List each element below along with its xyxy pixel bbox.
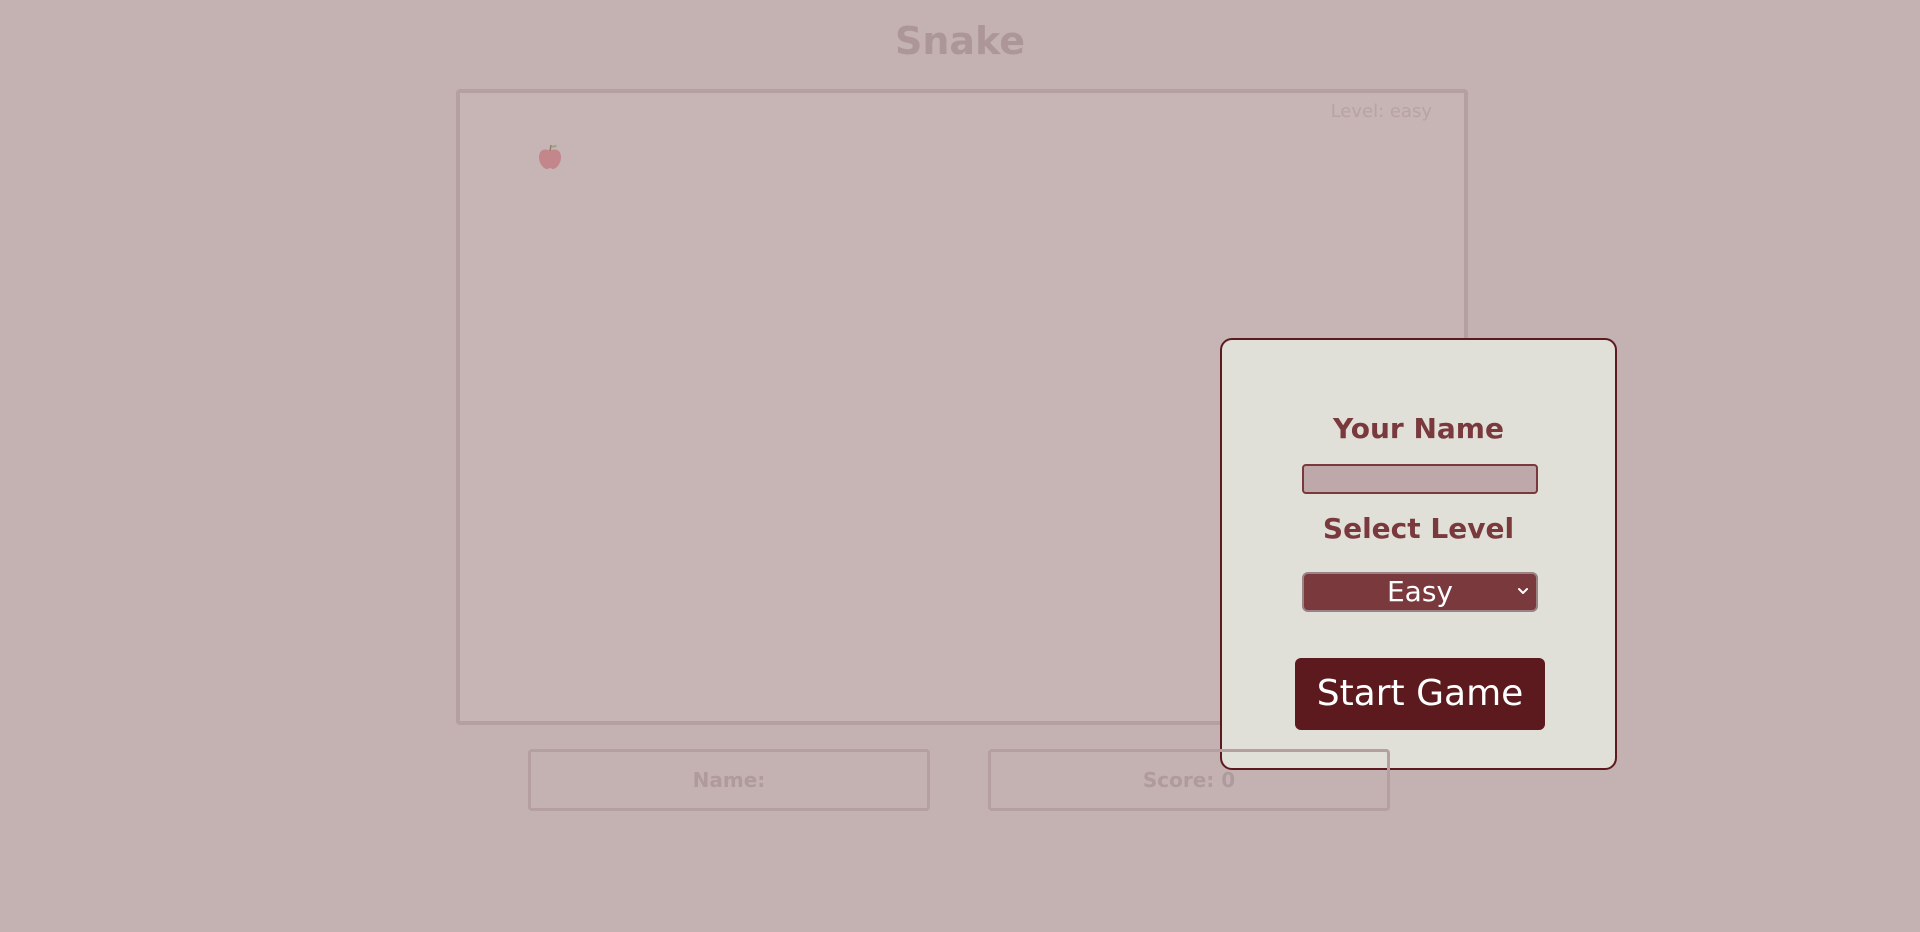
level-label: Select Level [1322,512,1515,545]
level-select[interactable]: Easy [1302,572,1538,612]
player-name-display: Name: [528,749,930,811]
score-display: Score: 0 [988,749,1390,811]
level-select-value: Easy [1386,575,1453,608]
start-game-button[interactable]: Start Game [1295,658,1545,730]
level-indicator: Level: easy [1330,101,1432,122]
start-game-dialog: Your Name Select Level Easy Start Game [1220,338,1617,770]
page-title: Snake [894,19,1026,63]
chevron-down-icon [1518,588,1528,594]
apple-icon [539,144,561,169]
name-label: Your Name [1333,412,1504,445]
game-board: Level: easy Your Name Select Level Easy … [456,89,1617,770]
name-input[interactable] [1302,464,1538,494]
